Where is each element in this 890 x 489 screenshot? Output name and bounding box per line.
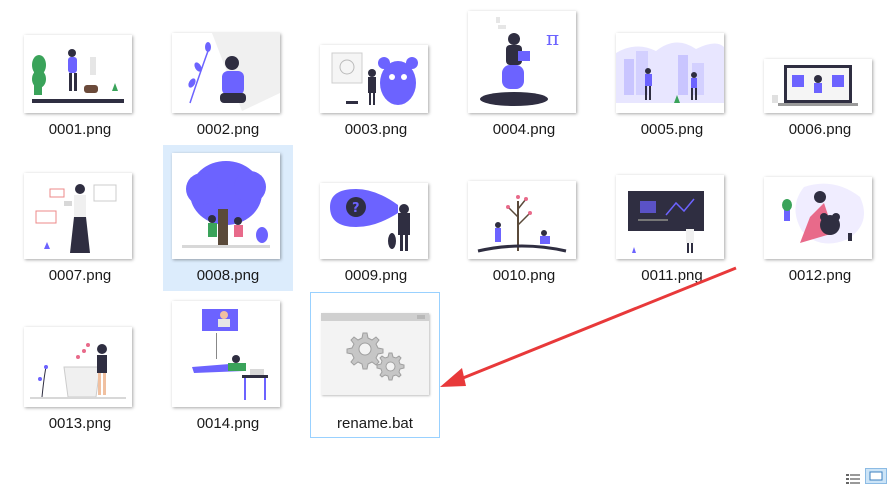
file-name: 0007.png (48, 267, 112, 284)
file-item-0008[interactable]: 0008.png (163, 145, 293, 291)
image-thumbnail (24, 327, 132, 407)
file-name: 0013.png (48, 415, 112, 432)
file-name: 0003.png (344, 121, 408, 138)
file-name: 0014.png (196, 415, 260, 432)
file-name: 0011.png (641, 267, 703, 284)
svg-text:?: ? (352, 201, 360, 216)
file-item-0002[interactable]: 0002.png (163, 6, 293, 152)
image-thumbnail (172, 33, 280, 113)
file-item-0004[interactable]: π 0004.png (459, 6, 589, 152)
image-thumbnail (616, 33, 724, 113)
image-thumbnail (172, 153, 280, 259)
file-item-0011[interactable]: 0011.png (607, 152, 737, 298)
file-item-0006[interactable]: 0006.png (755, 6, 885, 152)
file-item-0005[interactable]: 0005.png (607, 6, 737, 152)
image-thumbnail (320, 45, 428, 113)
file-item-0001[interactable]: 0001.png (15, 6, 145, 152)
svg-text:π: π (546, 26, 559, 50)
image-thumbnail: ? (320, 183, 428, 259)
file-name: rename.bat (337, 415, 413, 432)
file-name: 0002.png (196, 121, 260, 138)
file-item-0007[interactable]: 0007.png (15, 152, 145, 298)
file-item-0013[interactable]: 0013.png (15, 300, 145, 446)
file-item-0003[interactable]: 0003.png (311, 6, 441, 152)
file-name: 0010.png (492, 267, 556, 284)
file-item-rename-bat[interactable]: rename.bat (310, 292, 440, 438)
image-thumbnail (764, 59, 872, 113)
details-view-icon[interactable] (846, 471, 860, 484)
gears-icon (321, 313, 429, 395)
file-item-0009[interactable]: ? 0009.png (311, 152, 441, 298)
file-name: 0005.png (640, 121, 704, 138)
file-item-0014[interactable]: 0014.png (163, 300, 293, 446)
batch-file-thumbnail (321, 313, 429, 395)
file-name: 0012.png (788, 267, 852, 284)
file-name: 0009.png (344, 267, 408, 284)
large-icons-view-icon[interactable] (865, 468, 887, 484)
image-thumbnail (172, 301, 280, 407)
image-thumbnail (764, 177, 872, 259)
file-name: 0006.png (788, 121, 852, 138)
file-name: 0008.png (196, 267, 260, 284)
image-thumbnail (24, 173, 132, 259)
file-item-0010[interactable]: 0010.png (459, 152, 589, 298)
image-thumbnail: π (468, 11, 576, 113)
image-thumbnail (24, 35, 132, 113)
file-name: 0004.png (492, 121, 556, 138)
image-thumbnail (468, 181, 576, 259)
file-name: 0001.png (48, 121, 112, 138)
file-item-0012[interactable]: 0012.png (755, 152, 885, 298)
image-thumbnail (616, 175, 724, 259)
view-mode-switcher (840, 468, 890, 484)
